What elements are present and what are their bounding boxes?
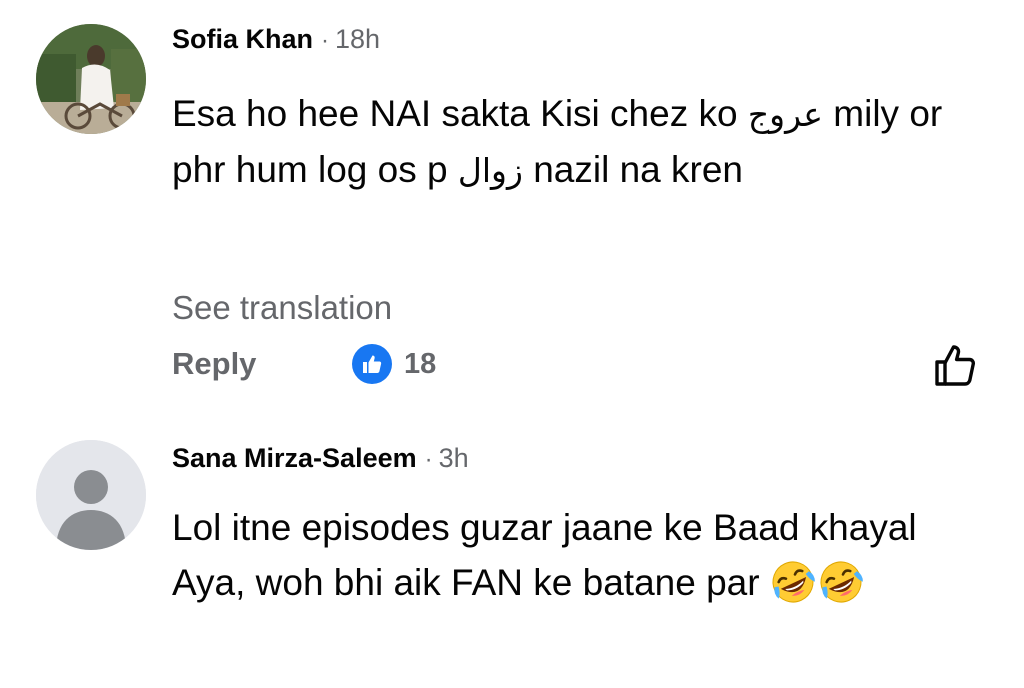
comment-text-urdu: عروج bbox=[747, 95, 823, 134]
comment-text-part: nazil na kren bbox=[522, 149, 743, 190]
default-avatar[interactable] bbox=[36, 440, 146, 550]
reaction-count: 18 bbox=[404, 347, 437, 380]
timestamp[interactable]: 18h bbox=[335, 24, 380, 54]
avatar[interactable] bbox=[36, 24, 146, 134]
see-translation-link[interactable]: See translation bbox=[172, 288, 392, 328]
avatar-photo bbox=[36, 24, 146, 134]
comment-header: Sana Mirza-Saleem · 3h bbox=[172, 441, 469, 477]
thumbs-up-outline-icon[interactable] bbox=[932, 342, 978, 388]
timestamp[interactable]: 3h bbox=[439, 443, 469, 473]
like-icon bbox=[352, 344, 392, 384]
reaction-summary[interactable]: 18 bbox=[352, 344, 436, 384]
rolling-on-floor-laughing-emoji bbox=[818, 559, 864, 605]
separator-dot: · bbox=[321, 27, 330, 54]
comment-header: Sofia Khan · 18h bbox=[172, 22, 380, 58]
rolling-on-floor-laughing-emoji bbox=[770, 559, 816, 605]
person-silhouette-icon bbox=[36, 440, 146, 550]
comment-text-part: Esa ho hee NAI sakta Kisi chez ko bbox=[172, 93, 748, 134]
comment-actions: Reply 18 bbox=[172, 342, 992, 386]
separator-dot: · bbox=[424, 446, 433, 473]
author-name[interactable]: Sana Mirza-Saleem bbox=[172, 443, 417, 473]
comment-text: Lol itne episodes guzar jaane ke Baad kh… bbox=[172, 500, 972, 610]
comment-text: Esa ho hee NAI sakta Kisi chez ko عروج m… bbox=[172, 86, 972, 198]
comment-text-urdu: زوال bbox=[457, 151, 523, 190]
reply-button[interactable]: Reply bbox=[172, 342, 256, 386]
author-name[interactable]: Sofia Khan bbox=[172, 24, 313, 54]
